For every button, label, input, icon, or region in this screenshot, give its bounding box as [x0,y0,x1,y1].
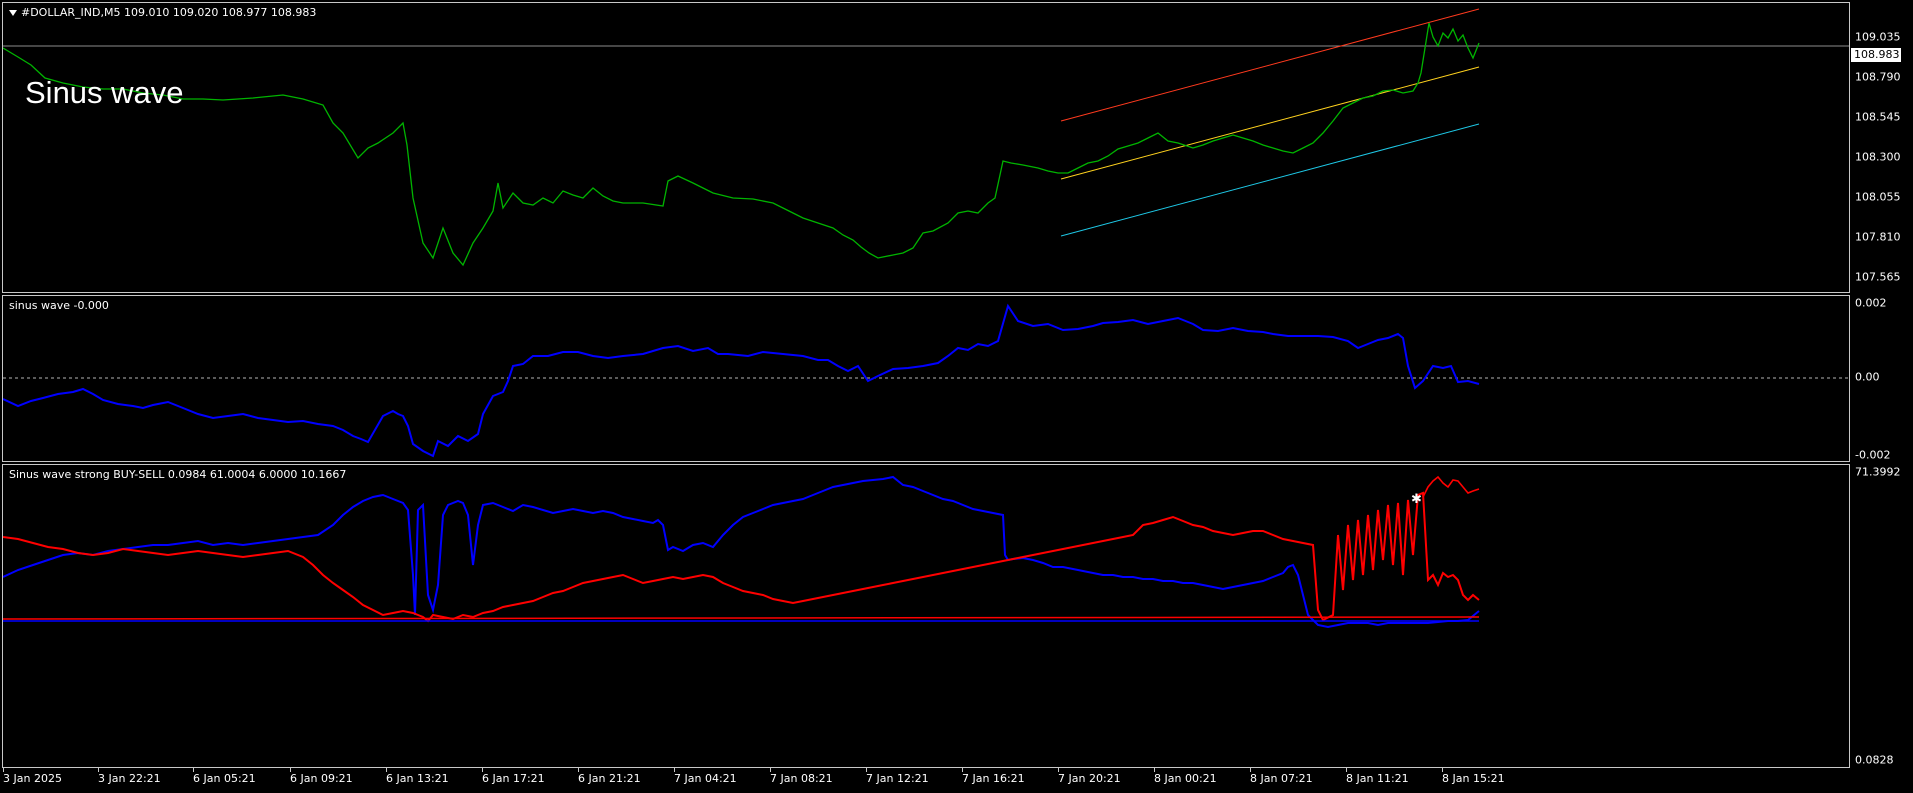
price-bars-line [3,22,1480,267]
buy-sell-level: 71.3992 [1855,465,1901,479]
sinus-level: -0.002 [1855,448,1891,462]
sinus-wave-label: Sinus wave [25,75,184,110]
chart-title[interactable]: #DOLLAR_IND,M5 109.010 109.020 108.977 1… [9,6,316,19]
signal-marker-icon: ✱ [1411,492,1422,507]
buy-sell-svg: ✱ [3,475,1480,629]
time-label: 3 Jan 22:21 [98,772,161,785]
sinus-wave-svg [3,303,1849,458]
time-label: 7 Jan 20:21 [1058,772,1121,785]
price-chart-pane[interactable]: #DOLLAR_IND,M5 109.010 109.020 108.977 1… [2,2,1850,293]
sinus-wave-title: sinus wave -0.000 [9,299,109,312]
time-label: 7 Jan 12:21 [866,772,929,785]
sinus-wave-line [3,303,1480,458]
time-label: 6 Jan 13:21 [386,772,449,785]
time-label: 8 Jan 07:21 [1250,772,1313,785]
current-price-badge: 108.983 [1851,48,1901,62]
dropdown-arrow-icon[interactable] [9,10,17,16]
channel-middle-line [1060,66,1480,180]
buy-sell-scale[interactable]: 71.3992 0.0828 [1851,464,1913,768]
channel-upper-line [1060,8,1480,122]
time-label: 8 Jan 00:21 [1154,772,1217,785]
price-level: 109.035 [1855,30,1901,44]
sell-line [3,491,1480,623]
time-label: 8 Jan 15:21 [1442,772,1505,785]
price-chart-svg [3,8,1849,267]
sinus-wave-scale[interactable]: 0.002 0.00 -0.002 [1851,295,1913,462]
sinus-wave-pane[interactable]: sinus wave -0.000 [2,295,1850,462]
time-axis[interactable]: 3 Jan 2025 3 Jan 22:21 6 Jan 05:21 6 Jan… [0,768,1913,793]
buy-sell-title: Sinus wave strong BUY-SELL 0.0984 61.000… [9,468,347,481]
price-scale[interactable]: 109.035 108.790 108.545 108.300 108.055 … [1851,2,1913,293]
time-label: 7 Jan 04:21 [674,772,737,785]
price-level: 108.790 [1855,70,1901,84]
price-level: 107.810 [1855,230,1901,244]
sinus-level: 0.002 [1855,296,1887,310]
baseline-red [3,616,1480,620]
time-label: 7 Jan 16:21 [962,772,1025,785]
price-level: 107.565 [1855,270,1901,284]
buy-sell-pane[interactable]: ✱ Sinus wave strong BUY-SELL 0.0984 61.0… [2,464,1850,768]
price-level: 108.055 [1855,190,1901,204]
buy-sell-level: 0.0828 [1855,753,1894,767]
time-label: 6 Jan 09:21 [290,772,353,785]
channel-lower-line [1060,123,1480,237]
time-label: 7 Jan 08:21 [770,772,833,785]
time-label: 6 Jan 05:21 [193,772,256,785]
sell-spike-line [1422,475,1480,498]
time-label: 8 Jan 11:21 [1346,772,1409,785]
price-level: 108.300 [1855,150,1901,164]
price-level: 108.545 [1855,110,1901,124]
sinus-level: 0.00 [1855,370,1880,384]
time-label: 6 Jan 21:21 [578,772,641,785]
time-label: 6 Jan 17:21 [482,772,545,785]
buy-line [3,475,1480,629]
time-label: 3 Jan 2025 [3,772,62,785]
